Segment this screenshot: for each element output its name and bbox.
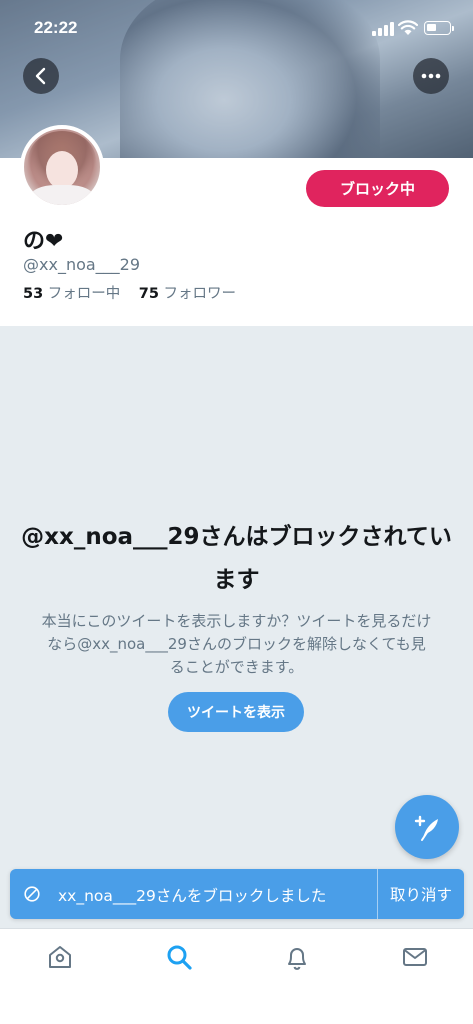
cellular-signal-icon (372, 22, 394, 36)
battery-icon (424, 21, 454, 35)
undo-button[interactable]: 取り消す (378, 869, 464, 919)
followers-link[interactable]: 75 フォロワー (139, 286, 236, 302)
display-name: の❤ (23, 229, 64, 254)
back-button[interactable] (23, 58, 59, 94)
followers-count: 75 (138, 286, 159, 302)
show-tweets-button[interactable]: ツイートを表示 (168, 692, 304, 732)
tab-bar (0, 928, 473, 1024)
following-count: 53 (23, 286, 44, 302)
user-handle: @xx_noa___29 (23, 255, 141, 274)
avatar[interactable] (20, 125, 104, 209)
block-icon (24, 886, 40, 902)
chevron-left-icon (35, 67, 46, 85)
toast-message: xx_noa___29さんをブロックしました (58, 887, 327, 905)
envelope-icon[interactable] (401, 943, 429, 971)
wifi-icon (398, 20, 418, 35)
blocked-title: @xx_noa___29さんはブロックされています (21, 524, 452, 593)
block-confirmation-toast: xx_noa___29さんをブロックしました 取り消す (10, 869, 464, 919)
status-bar: 22:22 (0, 0, 473, 56)
more-icon (421, 73, 441, 79)
bell-icon[interactable] (283, 943, 311, 971)
following-label: フォロー中 (47, 286, 121, 302)
blocked-description: 本当にこのツイートを表示しますか？ツイートを見るだけなら@xx_noa___29… (41, 612, 432, 676)
search-icon[interactable] (165, 943, 193, 971)
followers-label: フォロワー (163, 286, 237, 302)
follow-stats: 53 フォロー中 75 フォロワー (23, 282, 236, 303)
home-icon[interactable] (46, 943, 74, 971)
blocked-button[interactable]: ブロック中 (306, 170, 449, 207)
following-link[interactable]: 53 フォロー中 (23, 286, 120, 302)
more-options-button[interactable] (413, 58, 449, 94)
compose-feather-icon (414, 815, 438, 841)
status-time: 22:22 (34, 18, 78, 37)
compose-tweet-button[interactable] (395, 795, 459, 859)
